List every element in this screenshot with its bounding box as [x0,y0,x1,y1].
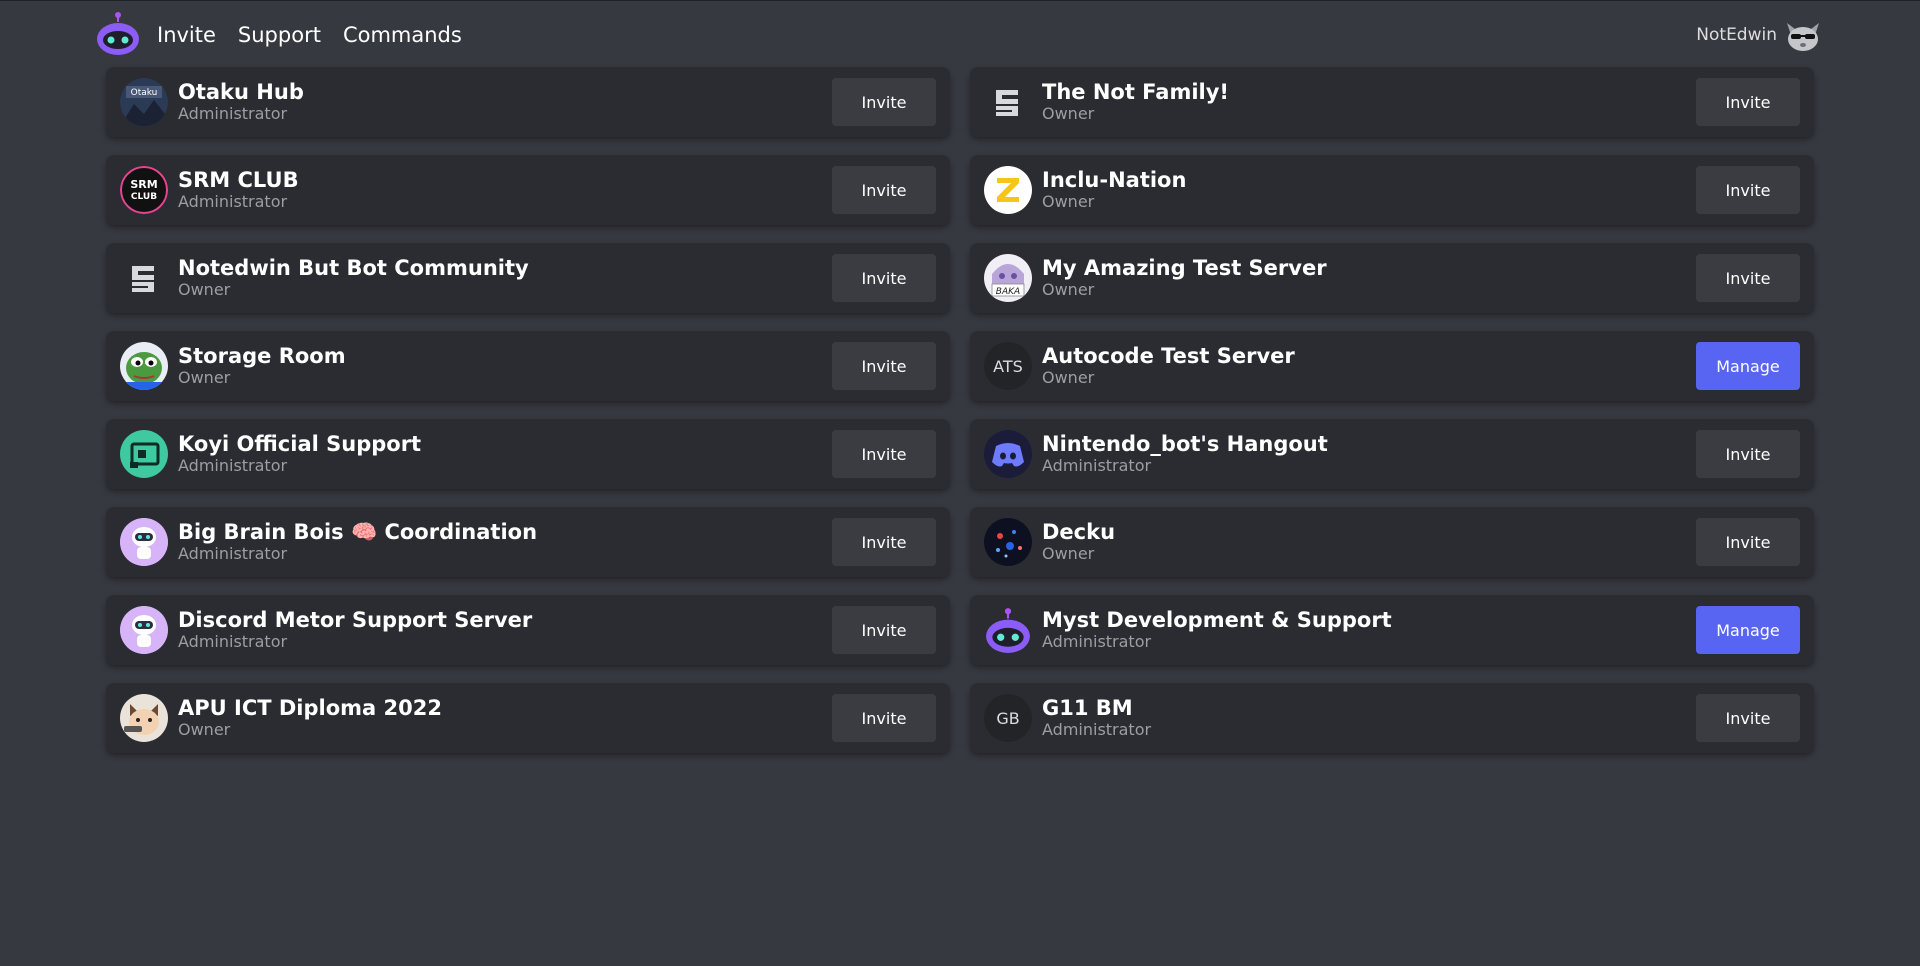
server-role: Administrator [1042,456,1152,475]
robot-mascot-icon [120,606,168,654]
username: NotEdwin [1696,25,1777,45]
manage-button[interactable]: Manage [1696,342,1800,390]
server-card: Koyi Official Support Administrator Invi… [106,419,950,489]
server-name: My Amazing Test Server [1042,256,1327,280]
server-role: Owner [1042,192,1095,211]
server-name: Inclu-Nation [1042,168,1187,192]
otaku-hub-icon: Otaku [120,78,168,126]
svg-text:CLUB: CLUB [131,192,157,202]
manage-button[interactable]: Manage [1696,606,1800,654]
invite-button[interactable]: Invite [1696,166,1800,214]
invite-button[interactable]: Invite [832,694,936,742]
server-role: Administrator [178,192,288,211]
nav-commands-link[interactable]: Commands [343,21,462,49]
decku-icon [984,518,1032,566]
initials-icon: ATS [984,342,1032,390]
server-role: Administrator [1042,720,1152,739]
notfamily-logo-icon [120,254,168,302]
robot-mascot-icon [120,518,168,566]
avatar [1787,23,1819,51]
server-card: Nintendo_bot's Hangout Administrator Inv… [970,419,1814,489]
server-card: BAKA My Amazing Test Server Owner Invite [970,243,1814,313]
server-card: Decku Owner Invite [970,507,1814,577]
invite-button[interactable]: Invite [832,430,936,478]
server-role: Administrator [178,456,288,475]
server-role: Administrator [1042,632,1152,651]
invite-button[interactable]: Invite [832,78,936,126]
svg-text:BAKA: BAKA [996,287,1020,297]
server-name: Discord Metor Support Server [178,608,533,632]
pepe-frog-icon [120,342,168,390]
server-role: Owner [178,720,231,739]
server-card: Discord Metor Support Server Administrat… [106,595,950,665]
svg-text:SRM: SRM [130,178,157,191]
invite-button[interactable]: Invite [1696,694,1800,742]
invite-button[interactable]: Invite [832,518,936,566]
server-role: Owner [1042,104,1095,123]
invite-button[interactable]: Invite [1696,430,1800,478]
invite-button[interactable]: Invite [832,166,936,214]
server-name: Autocode Test Server [1042,344,1295,368]
server-name: Decku [1042,520,1116,544]
server-name: Notedwin But Bot Community [178,256,529,280]
server-role: Owner [1042,368,1095,387]
nav-invite-link[interactable]: Invite [157,21,216,49]
invite-button[interactable]: Invite [832,606,936,654]
server-name: G11 BM [1042,696,1133,720]
server-name: Myst Development & Support [1042,608,1392,632]
srm-club-icon: SRM CLUB [120,166,168,214]
server-card: Storage Room Owner Invite [106,331,950,401]
server-grid: Otaku Otaku Hub Administrator Invite The… [106,67,1814,753]
server-card: ATS Autocode Test Server Owner Manage [970,331,1814,401]
server-role: Owner [178,280,231,299]
server-card: Myst Development & Support Administrator… [970,595,1814,665]
server-card: The Not Family! Owner Invite [970,67,1814,137]
invite-button[interactable]: Invite [1696,518,1800,566]
koyi-logo-icon [120,430,168,478]
server-name: Storage Room [178,344,346,368]
server-card: GB G11 BM Administrator Invite [970,683,1814,753]
server-name: SRM CLUB [178,168,299,192]
invite-button[interactable]: Invite [1696,78,1800,126]
server-name: The Not Family! [1042,80,1230,104]
z-logo-icon [984,166,1032,214]
server-name: Koyi Official Support [178,432,422,456]
server-role: Owner [1042,280,1095,299]
invite-button[interactable]: Invite [1696,254,1800,302]
svg-text:Otaku: Otaku [131,88,158,98]
user-menu[interactable]: NotEdwin [1696,15,1823,55]
server-role: Owner [1042,544,1095,563]
server-name: Big Brain Bois 🧠 Coordination [178,520,538,544]
server-card: Big Brain Bois 🧠 Coordination Administra… [106,507,950,577]
server-role: Administrator [178,632,288,651]
bot-logo-icon [984,606,1032,654]
anime-baka-icon: BAKA [984,254,1032,302]
invite-button[interactable]: Invite [832,342,936,390]
server-card: APU ICT Diploma 2022 Owner Invite [106,683,950,753]
invite-button[interactable]: Invite [832,254,936,302]
notfamily-logo-icon [984,78,1032,126]
server-card: Notedwin But Bot Community Owner Invite [106,243,950,313]
server-name: Otaku Hub [178,80,304,104]
bot-logo-icon[interactable] [95,10,141,56]
server-name: APU ICT Diploma 2022 [178,696,442,720]
initials-icon: GB [984,694,1032,742]
server-role: Owner [178,368,231,387]
discord-logo-icon [984,430,1032,478]
server-card: SRM CLUB SRM CLUB Administrator Invite [106,155,950,225]
nav-support-link[interactable]: Support [238,21,321,49]
navbar: Invite Support Commands NotEdwin [0,1,1920,67]
server-role: Administrator [178,544,288,563]
server-name: Nintendo_bot's Hangout [1042,432,1328,456]
server-card: Otaku Otaku Hub Administrator Invite [106,67,950,137]
server-role: Administrator [178,104,288,123]
cartoon-cat-icon [120,694,168,742]
server-card: Inclu-Nation Owner Invite [970,155,1814,225]
